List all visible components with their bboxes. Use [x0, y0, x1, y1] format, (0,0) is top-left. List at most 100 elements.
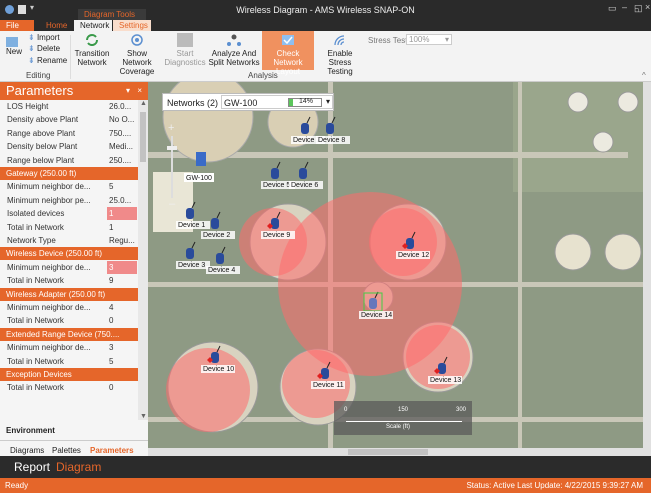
- property-value[interactable]: 0: [107, 381, 137, 394]
- property-row[interactable]: Total in Network 1: [0, 221, 138, 234]
- status-ready: Ready: [5, 481, 29, 490]
- property-row[interactable]: Minimum neighbor de... 3: [0, 260, 138, 274]
- property-row[interactable]: Total in Network 5: [0, 355, 138, 368]
- map-hscroll-thumb[interactable]: [348, 449, 428, 455]
- property-value[interactable]: 5: [107, 180, 137, 193]
- delete-button[interactable]: ⇟ Delete: [28, 44, 60, 53]
- close-icon[interactable]: ×: [645, 2, 650, 12]
- tab-network[interactable]: Network: [74, 20, 112, 31]
- property-value[interactable]: 25.0...: [107, 194, 137, 207]
- property-section-header[interactable]: Exception Devices: [0, 368, 138, 381]
- property-name: Range above Plant: [7, 128, 76, 138]
- property-value[interactable]: 1: [107, 207, 137, 221]
- view-report[interactable]: Report: [14, 460, 50, 474]
- property-row[interactable]: Isolated devices 1: [0, 207, 138, 221]
- panel-close-icon[interactable]: ×: [137, 82, 142, 100]
- group-analysis-label: Analysis: [248, 71, 278, 80]
- device-label: Device 8: [318, 137, 345, 144]
- property-section-header[interactable]: Wireless Device (250.00 ft): [0, 247, 138, 261]
- property-name: Total in Network: [7, 276, 64, 286]
- transmitter-icon: [438, 363, 446, 374]
- property-name: Total in Network: [7, 356, 64, 366]
- network-select[interactable]: GW-100 14% ▾: [221, 95, 333, 109]
- zoom-control[interactable]: + –: [166, 122, 178, 212]
- restore-icon[interactable]: ▭: [608, 3, 617, 14]
- chevron-down-icon: ▾: [325, 97, 330, 106]
- view-diagram[interactable]: Diagram: [56, 460, 101, 474]
- property-section-header[interactable]: Gateway (250.00 ft): [0, 167, 138, 180]
- analyze-split-button[interactable]: Analyze And Split Networks: [208, 33, 260, 67]
- property-value[interactable]: 4: [107, 301, 137, 314]
- property-section-header[interactable]: Wireless Adapter (250.00 ft): [0, 287, 138, 301]
- plant-map[interactable]: Device 1 Device 2 Device 3Device 4 Device 5…: [148, 82, 651, 456]
- property-value[interactable]: Medi...: [107, 140, 137, 153]
- enable-stress-testing-button[interactable]: Enable Stress Testing: [316, 33, 364, 76]
- pin-icon[interactable]: ▾: [126, 82, 130, 100]
- delete-label: Delete: [36, 44, 61, 53]
- property-value[interactable]: 1: [107, 221, 137, 234]
- scale-tick-300: 300: [456, 407, 467, 413]
- parameters-header: Parameters ▾ ×: [0, 82, 148, 100]
- property-row[interactable]: Network Type Regu...: [0, 234, 138, 247]
- property-value[interactable]: 9: [107, 274, 137, 287]
- property-row[interactable]: Minimum neighbor de... 5: [0, 180, 138, 193]
- property-row[interactable]: Minimum neighbor pe... 25.0...: [0, 194, 138, 207]
- property-value[interactable]: 250....: [107, 154, 137, 167]
- scroll-up-icon[interactable]: ▲: [140, 100, 147, 107]
- property-scrollbar[interactable]: ▲ ▼: [138, 100, 148, 420]
- map-vertical-scrollbar[interactable]: [643, 82, 651, 448]
- tab-palettes[interactable]: Palettes: [52, 446, 81, 455]
- tab-file[interactable]: File: [0, 20, 34, 31]
- import-button[interactable]: ⇟ Import: [28, 33, 60, 42]
- new-button[interactable]: New: [6, 37, 22, 56]
- property-value[interactable]: 750....: [107, 127, 137, 140]
- transition-network-button[interactable]: Transition Network: [74, 33, 110, 67]
- property-grid: LOS Height 26.0... Density above Plant No O…: [0, 100, 138, 420]
- scroll-down-icon[interactable]: ▼: [140, 413, 147, 420]
- show-network-coverage-button[interactable]: Show Network Coverage: [112, 33, 162, 76]
- import-icon: ⇟: [28, 33, 37, 42]
- property-value[interactable]: 3: [107, 341, 137, 354]
- property-row[interactable]: LOS Height 26.0...: [0, 100, 138, 113]
- property-value[interactable]: 3: [107, 260, 137, 274]
- start-diagnostics-button[interactable]: Start Diagnostics: [164, 33, 206, 67]
- property-row[interactable]: Total in Network 0: [0, 314, 138, 327]
- tab-parameters[interactable]: Parameters: [90, 446, 134, 455]
- property-value[interactable]: Regu...: [107, 234, 137, 247]
- property-name: Density below Plant: [7, 142, 78, 152]
- property-row[interactable]: Total in Network 0: [0, 381, 138, 394]
- show-network-coverage-label-1: Show Network: [122, 49, 152, 67]
- stress-test-select[interactable]: 100% ▾: [406, 34, 452, 45]
- tab-diagrams[interactable]: Diagrams: [10, 446, 44, 455]
- property-row[interactable]: Total in Network 9: [0, 274, 138, 287]
- scroll-thumb[interactable]: [140, 112, 146, 162]
- tab-settings[interactable]: Settings: [113, 20, 151, 31]
- property-row[interactable]: Density below Plant Medi...: [0, 140, 138, 153]
- network-progress: 14%: [288, 98, 322, 107]
- property-row[interactable]: Range above Plant 750....: [0, 127, 138, 140]
- zoom-thumb[interactable]: [167, 146, 177, 150]
- property-row[interactable]: Range below Plant 250....: [0, 154, 138, 167]
- maximize-icon[interactable]: ◱: [634, 3, 643, 14]
- property-value[interactable]: 0: [107, 314, 137, 327]
- property-row[interactable]: Minimum neighbor de... 3: [0, 341, 138, 354]
- property-section-header[interactable]: Extended Range Device (750....: [0, 327, 138, 341]
- check-network-layout-button[interactable]: Check Network Layout: [262, 31, 314, 76]
- zoom-in-icon[interactable]: +: [168, 122, 174, 134]
- tab-home[interactable]: Home: [40, 20, 73, 31]
- property-value[interactable]: No O...: [107, 113, 137, 126]
- rename-button[interactable]: ⇟ Rename: [28, 56, 67, 65]
- property-name: Minimum neighbor de...: [7, 262, 91, 272]
- property-value[interactable]: 26.0...: [107, 100, 137, 113]
- diagram-canvas[interactable]: Device 1 Device 2 Device 3 Device 4 Device 5…: [148, 82, 651, 456]
- device-label: Device 12: [398, 252, 429, 259]
- property-value[interactable]: 5: [107, 355, 137, 368]
- device-label: Device 2: [203, 232, 230, 239]
- view-switcher: Report Diagram: [0, 456, 651, 478]
- property-row[interactable]: Minimum neighbor de... 4: [0, 301, 138, 314]
- zoom-out-icon[interactable]: –: [169, 198, 175, 210]
- minimize-icon[interactable]: –: [622, 2, 627, 12]
- property-row[interactable]: Density above Plant No O...: [0, 113, 138, 126]
- map-horizontal-scrollbar[interactable]: [148, 448, 651, 456]
- collapse-ribbon-icon[interactable]: ^: [642, 71, 646, 80]
